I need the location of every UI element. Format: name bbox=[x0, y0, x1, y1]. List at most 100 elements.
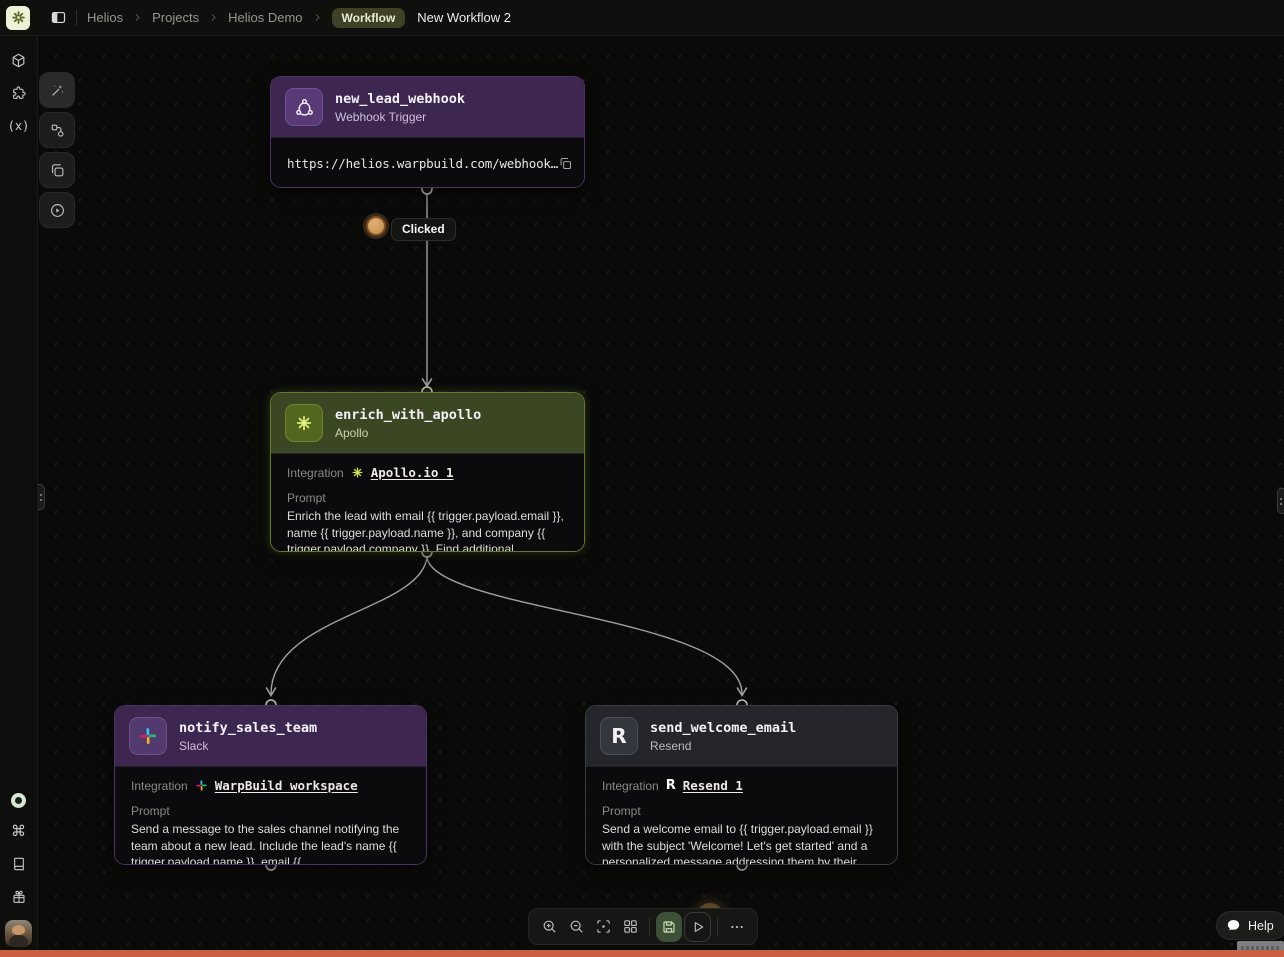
node-body: https://helios.warpbuild.com/webhook… bbox=[271, 137, 584, 188]
ai-edit-tool-button[interactable] bbox=[39, 72, 75, 108]
prompt-text: Enrich the lead with email {{ trigger.pa… bbox=[287, 508, 568, 552]
node-notify-sales-team[interactable]: notify_sales_team Slack Integration Warp… bbox=[114, 705, 427, 865]
resend-icon: R bbox=[600, 717, 638, 755]
node-body: Integration R Resend 1 Prompt Send a wel… bbox=[586, 766, 897, 865]
copy-url-button[interactable] bbox=[558, 156, 573, 171]
workflow-type-badge: Workflow bbox=[332, 8, 406, 28]
node-subtitle: Resend bbox=[650, 739, 796, 753]
puzzle-icon bbox=[10, 85, 27, 102]
node-title: new_lead_webhook bbox=[335, 91, 465, 107]
breadcrumb-item-projects[interactable]: Projects bbox=[152, 10, 199, 25]
remote-cursor bbox=[366, 216, 386, 236]
edge-apollo-to-slack[interactable] bbox=[271, 557, 427, 694]
integration-label: Integration bbox=[131, 779, 188, 793]
templates-tool-button[interactable] bbox=[39, 152, 75, 188]
node-header: R send_welcome_email Resend bbox=[586, 706, 897, 766]
package-icon bbox=[10, 52, 27, 69]
chevron-right-icon bbox=[209, 13, 218, 22]
book-icon bbox=[11, 856, 27, 872]
app-logo[interactable] bbox=[6, 6, 30, 30]
save-icon bbox=[661, 919, 677, 935]
integration-label: Integration bbox=[287, 466, 344, 480]
node-header: enrich_with_apollo Apollo bbox=[271, 393, 584, 453]
integration-link[interactable]: Apollo.io 1 bbox=[371, 465, 454, 480]
fit-view-icon bbox=[595, 918, 612, 935]
help-label: Help bbox=[1248, 919, 1274, 933]
run-workflow-button[interactable] bbox=[684, 912, 711, 942]
slack-icon bbox=[129, 717, 167, 755]
edge-apollo-to-resend[interactable] bbox=[427, 557, 742, 694]
integration-link[interactable]: WarpBuild workspace bbox=[215, 778, 358, 793]
prompt-label: Prompt bbox=[287, 491, 568, 505]
resend-logo-glyph: R bbox=[611, 724, 626, 748]
chevron-right-icon bbox=[313, 13, 322, 22]
node-header: new_lead_webhook Webhook Trigger bbox=[271, 77, 584, 137]
zoom-in-icon bbox=[541, 918, 558, 935]
recording-indicator-bar bbox=[0, 950, 1284, 957]
more-options-button[interactable] bbox=[724, 913, 749, 941]
node-enrich-with-apollo[interactable]: enrich_with_apollo Apollo Integration Ap… bbox=[270, 392, 585, 552]
add-node-tool-button[interactable] bbox=[39, 112, 75, 148]
prompt-text: Send a message to the sales channel noti… bbox=[131, 821, 410, 865]
node-title: enrich_with_apollo bbox=[335, 407, 481, 423]
resend-icon: R bbox=[666, 778, 676, 793]
components-button[interactable] bbox=[9, 50, 29, 70]
webhook-url[interactable]: https://helios.warpbuild.com/webhook… bbox=[287, 156, 558, 171]
zoom-in-button[interactable] bbox=[537, 913, 562, 941]
node-body: Integration WarpBuild workspace Prompt S… bbox=[115, 766, 426, 865]
whats-new-button[interactable] bbox=[9, 887, 29, 907]
left-drawer-handle[interactable] bbox=[38, 484, 45, 510]
pinwheel-logo-icon bbox=[11, 10, 26, 25]
node-header: notify_sales_team Slack bbox=[115, 706, 426, 766]
breadcrumb-item-helios[interactable]: Helios bbox=[87, 10, 123, 25]
layout-button[interactable] bbox=[618, 913, 643, 941]
copy-icon bbox=[558, 156, 573, 171]
breadcrumb: Helios Projects Helios Demo Workflow New… bbox=[87, 8, 511, 28]
ellipsis-icon bbox=[729, 919, 745, 935]
topbar-divider bbox=[76, 10, 77, 26]
canvas-tool-column bbox=[39, 72, 75, 228]
left-rail: (x) ⌘ bbox=[0, 36, 38, 957]
fit-view-button[interactable] bbox=[591, 913, 616, 941]
click-tooltip: Clicked bbox=[391, 218, 456, 241]
prompt-label: Prompt bbox=[602, 804, 881, 818]
variables-button[interactable]: (x) bbox=[9, 116, 29, 136]
workflow-title[interactable]: New Workflow 2 bbox=[417, 10, 511, 25]
prompt-label: Prompt bbox=[131, 804, 410, 818]
status-indicator bbox=[11, 793, 26, 808]
runs-tool-button[interactable] bbox=[39, 192, 75, 228]
chevron-right-icon bbox=[133, 13, 142, 22]
node-body: Integration Apollo.io 1 Prompt Enrich th… bbox=[271, 453, 584, 552]
play-icon bbox=[690, 919, 706, 935]
user-avatar[interactable] bbox=[5, 920, 32, 947]
right-drawer-handle[interactable] bbox=[1277, 488, 1284, 514]
play-circle-icon bbox=[49, 202, 66, 219]
webhook-icon bbox=[285, 88, 323, 126]
zoom-out-button[interactable] bbox=[564, 913, 589, 941]
sidebar-toggle-button[interactable] bbox=[44, 5, 72, 31]
save-button[interactable] bbox=[656, 912, 683, 942]
node-subtitle: Apollo bbox=[335, 426, 481, 440]
workflow-canvas[interactable]: new_lead_webhook Webhook Trigger https:/… bbox=[38, 36, 1284, 957]
gift-icon bbox=[11, 889, 27, 905]
slack-icon bbox=[195, 779, 208, 792]
node-title: send_welcome_email bbox=[650, 720, 796, 736]
integrations-button[interactable] bbox=[9, 83, 29, 103]
node-send-welcome-email[interactable]: R send_welcome_email Resend Integration … bbox=[585, 705, 898, 865]
breadcrumb-item-helios-demo[interactable]: Helios Demo bbox=[228, 10, 302, 25]
toolbar-divider bbox=[717, 918, 718, 936]
apollo-icon bbox=[285, 404, 323, 442]
integration-link[interactable]: Resend 1 bbox=[683, 778, 743, 793]
magic-wand-icon bbox=[49, 82, 66, 99]
nodes-icon bbox=[49, 122, 66, 139]
apollo-icon bbox=[351, 466, 364, 479]
toolbar-divider bbox=[649, 918, 650, 936]
node-subtitle: Webhook Trigger bbox=[335, 110, 465, 124]
docs-button[interactable] bbox=[9, 854, 29, 874]
shortcuts-button[interactable]: ⌘ bbox=[9, 821, 29, 841]
prompt-text: Send a welcome email to {{ trigger.paylo… bbox=[602, 821, 881, 865]
grid-icon bbox=[622, 918, 639, 935]
node-new-lead-webhook[interactable]: new_lead_webhook Webhook Trigger https:/… bbox=[270, 76, 585, 188]
help-button[interactable]: Help bbox=[1216, 911, 1284, 940]
panel-left-icon bbox=[50, 9, 67, 26]
